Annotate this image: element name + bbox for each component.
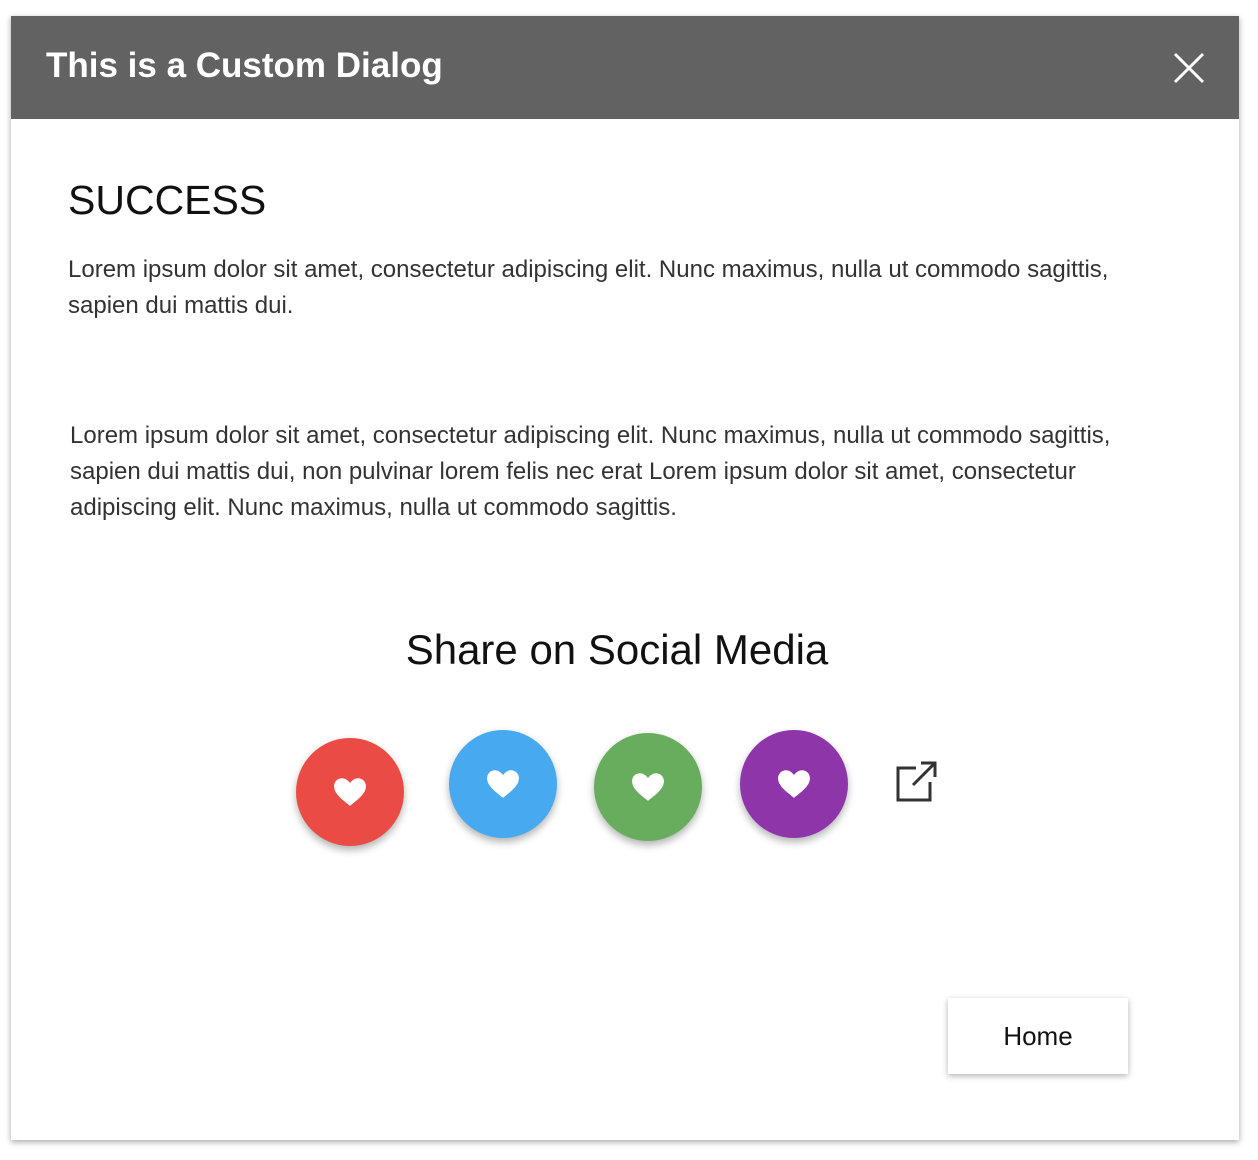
external-link-icon <box>896 761 937 802</box>
share-button-green[interactable] <box>594 733 702 841</box>
share-button-red[interactable] <box>296 738 404 846</box>
success-heading: SUCCESS <box>68 177 267 223</box>
heart-icon <box>334 778 366 806</box>
description-paragraph-2: Lorem ipsum dolor sit amet, consectetur … <box>70 422 1111 521</box>
home-button[interactable]: Home <box>948 998 1128 1074</box>
close-icon <box>1173 52 1205 84</box>
heart-icon <box>487 770 519 798</box>
description-paragraph-1: Lorem ipsum dolor sit amet, consectetur … <box>68 256 1109 319</box>
close-button[interactable] <box>1165 44 1213 92</box>
dialog-header: This is a Custom Dialog <box>11 16 1239 119</box>
dialog-title: This is a Custom Dialog <box>46 46 443 85</box>
heart-icon <box>778 770 810 798</box>
custom-dialog: This is a Custom Dialog SUCCESS Lorem ip… <box>11 16 1239 1140</box>
share-button-purple[interactable] <box>740 730 848 838</box>
share-title: Share on Social Media <box>405 626 829 673</box>
share-button-blue[interactable] <box>449 730 557 838</box>
heart-icon <box>632 773 664 801</box>
external-link-button[interactable] <box>894 759 940 805</box>
